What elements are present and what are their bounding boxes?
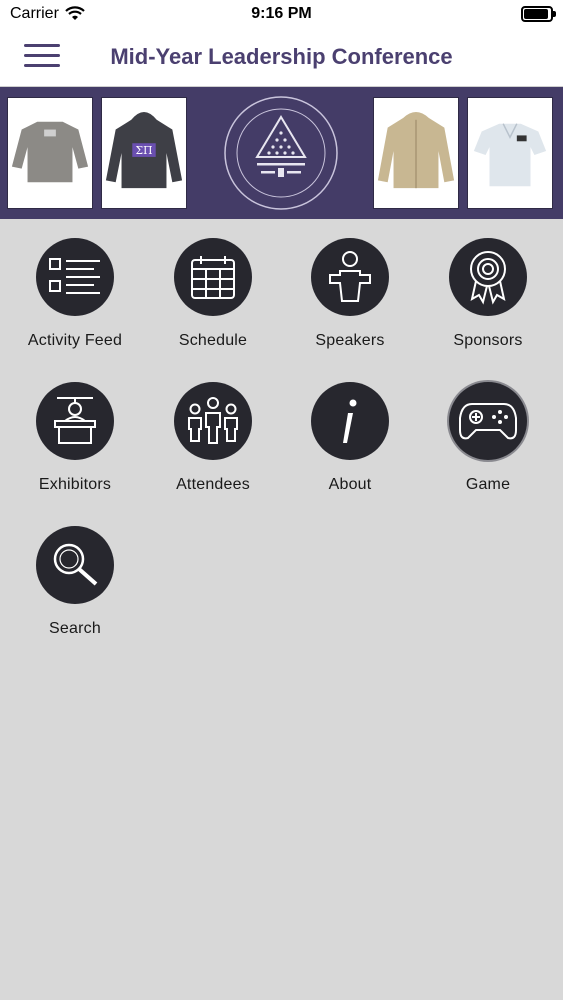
status-bar: Carrier 9:16 PM xyxy=(0,0,563,30)
status-time: 9:16 PM xyxy=(251,5,312,22)
activity-feed-icon-circle xyxy=(36,238,114,316)
menu-item-activity-feed[interactable]: Activity Feed xyxy=(6,220,144,360)
store-banner[interactable]: ΣΠ xyxy=(0,87,563,219)
sponsors-icon-circle xyxy=(449,238,527,316)
menu-item-exhibitors[interactable]: Exhibitors xyxy=(6,364,144,504)
jacket-image xyxy=(377,111,455,189)
magnifier-icon xyxy=(53,543,98,586)
menu-item-label: Sponsors xyxy=(453,332,523,349)
about-icon-circle xyxy=(311,382,389,460)
gamepad-icon xyxy=(459,403,517,440)
speaker-podium-icon xyxy=(329,251,371,302)
menu-item-label: Game xyxy=(465,476,511,493)
menu-item-game[interactable]: Game xyxy=(419,364,557,504)
battery-icon xyxy=(521,6,556,22)
schedule-icon-circle xyxy=(174,238,252,316)
menu-item-about[interactable]: About xyxy=(281,364,419,504)
hoodie-letters: ΣΠ xyxy=(136,144,153,157)
menu-item-label: Schedule xyxy=(178,332,248,349)
search-icon-circle xyxy=(36,526,114,604)
menu-item-speakers[interactable]: Speakers xyxy=(281,220,419,360)
official-store-seal xyxy=(224,96,338,210)
speakers-icon-circle xyxy=(311,238,389,316)
menu-item-search[interactable]: Search xyxy=(6,508,144,648)
award-ribbon-icon xyxy=(470,251,506,305)
navigation-bar: Mid-Year Leadership Conference xyxy=(0,30,563,87)
sweatshirt-image xyxy=(11,121,89,183)
exhibitor-booth-icon xyxy=(54,397,96,444)
page-title: Mid-Year Leadership Conference xyxy=(110,44,453,69)
polo-image xyxy=(473,123,547,187)
calendar-icon xyxy=(191,256,235,299)
menu-item-attendees[interactable]: Attendees xyxy=(144,364,282,504)
attendees-icon-circle xyxy=(174,382,252,460)
info-icon xyxy=(343,399,357,443)
menu-item-schedule[interactable]: Schedule xyxy=(144,220,282,360)
product-polo-shirt[interactable] xyxy=(467,97,553,209)
menu-item-label: Attendees xyxy=(176,476,250,493)
menu-item-label: About xyxy=(328,476,372,493)
product-hoodie[interactable]: ΣΠ xyxy=(101,97,187,209)
list-icon xyxy=(49,258,100,294)
menu-item-sponsors[interactable]: Sponsors xyxy=(419,220,557,360)
menu-item-label: Search xyxy=(49,620,101,637)
hoodie-image: ΣΠ xyxy=(105,111,183,189)
people-group-icon xyxy=(188,397,238,444)
exhibitors-icon-circle xyxy=(36,382,114,460)
menu-item-label: Speakers xyxy=(315,332,385,349)
game-icon-circle xyxy=(449,382,527,460)
menu-item-label: Exhibitors xyxy=(38,476,112,493)
product-tan-jacket[interactable] xyxy=(373,97,459,209)
menu-item-label: Activity Feed xyxy=(27,332,123,349)
product-gray-sweatshirt[interactable] xyxy=(7,97,93,209)
